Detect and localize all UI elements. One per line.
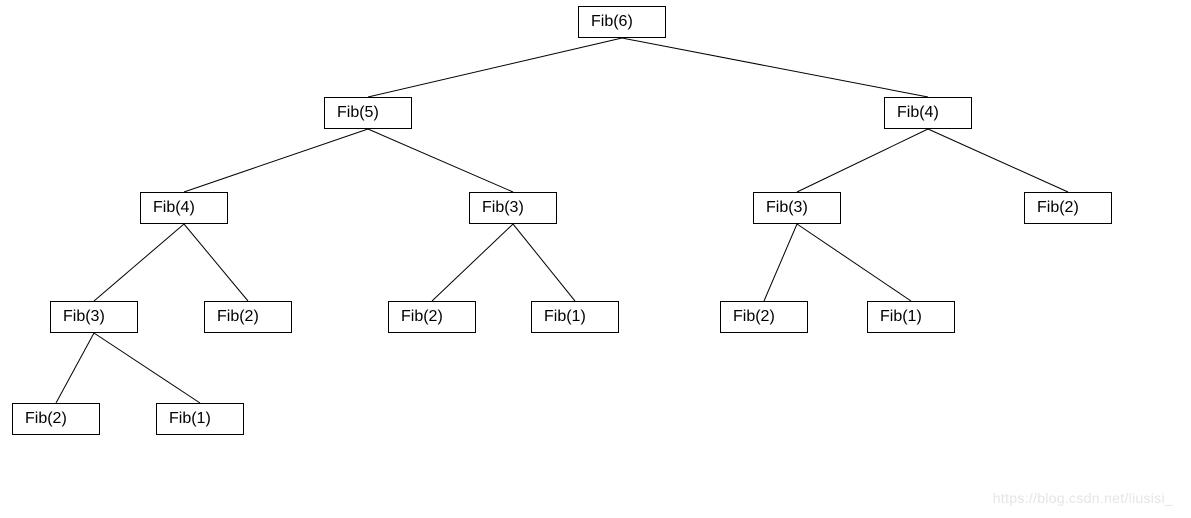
tree-node-lrl: Fib(2) bbox=[388, 301, 476, 333]
tree-node-l: Fib(5) bbox=[324, 97, 412, 129]
tree-node-r: Fib(4) bbox=[884, 97, 972, 129]
tree-node-lr: Fib(3) bbox=[469, 192, 557, 224]
tree-node-rl: Fib(3) bbox=[753, 192, 841, 224]
tree-node-lllr: Fib(1) bbox=[156, 403, 244, 435]
tree-node-ll: Fib(4) bbox=[140, 192, 228, 224]
tree-node-lrr: Fib(1) bbox=[531, 301, 619, 333]
tree-node-rr: Fib(2) bbox=[1024, 192, 1112, 224]
tree-node-lll: Fib(3) bbox=[50, 301, 138, 333]
tree-node-llr: Fib(2) bbox=[204, 301, 292, 333]
tree-edges bbox=[0, 0, 1191, 518]
tree-node-root: Fib(6) bbox=[578, 6, 666, 38]
watermark-text: https://blog.csdn.net/liusisi_ bbox=[993, 490, 1173, 506]
tree-node-rll: Fib(2) bbox=[720, 301, 808, 333]
tree-node-llll: Fib(2) bbox=[12, 403, 100, 435]
tree-node-rlr: Fib(1) bbox=[867, 301, 955, 333]
